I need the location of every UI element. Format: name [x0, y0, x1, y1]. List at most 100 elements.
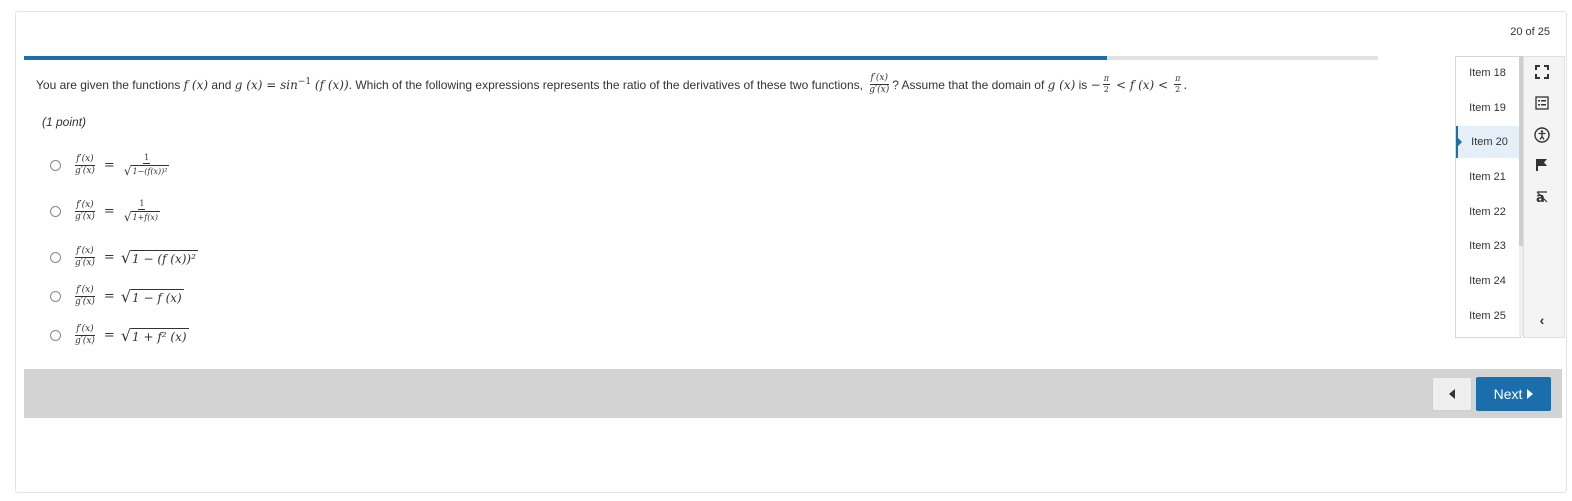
lhs-num: f′(x)	[75, 246, 95, 258]
item-link-20[interactable]: Item 20	[1456, 126, 1521, 158]
option-expression: f′(x) g′(x) = √ 1 − (f (x))²	[72, 247, 198, 268]
lhs-num: f′(x)	[75, 285, 95, 297]
radical-sign: √	[120, 325, 132, 345]
question-is: is	[1078, 77, 1088, 92]
flag-icon[interactable]	[1530, 153, 1554, 177]
question-stem: You are given the functions f (x) and g …	[36, 74, 1187, 95]
rhs-fraction: 1 √ 1+f(x)	[123, 200, 161, 223]
math-g-arg: (f (x))	[311, 78, 349, 92]
next-button[interactable]: Next	[1476, 377, 1551, 411]
lhs-den: g′(x)	[75, 336, 95, 346]
equals-sign: =	[103, 289, 115, 304]
ratio-den: g′(x)	[869, 85, 890, 95]
progress-bar	[24, 56, 1378, 60]
caret-left-icon	[1449, 389, 1455, 399]
equals-sign: =	[103, 204, 115, 219]
lhs-num: f′(x)	[75, 324, 95, 336]
item-link-21[interactable]: Item 21	[1456, 161, 1519, 193]
fullscreen-glyph	[1535, 65, 1549, 79]
option-expression: f′(x) g′(x) = 1 √ 1+f(x)	[72, 200, 163, 223]
lhs-num: f′(x)	[75, 200, 95, 212]
two-den: 2	[1103, 85, 1109, 94]
math-g-def: g (x) = sin−1 (f (x))	[235, 77, 349, 92]
points-label: (1 point)	[42, 115, 87, 129]
question-assume: ? Assume that the domain of	[892, 77, 1045, 92]
option-expression: f′(x) g′(x) = √ 1 + f² (x)	[72, 325, 189, 346]
radio-button[interactable]	[50, 291, 61, 302]
radio-button[interactable]	[50, 330, 61, 341]
radical-sign: √	[123, 210, 132, 224]
fullscreen-icon[interactable]	[1530, 60, 1554, 84]
rhs-fraction: 1 √ 1−(f(x))²	[123, 154, 171, 177]
math-ratio: f′(x) g′(x)	[868, 74, 890, 95]
lhs-den: g′(x)	[75, 166, 95, 176]
notes-glyph	[1535, 96, 1549, 110]
lhs-fraction: f′(x) g′(x)	[74, 155, 96, 176]
lhs-den: g′(x)	[75, 258, 95, 268]
item-link-22[interactable]: Item 22	[1456, 196, 1519, 228]
translate-icon[interactable]: a	[1530, 185, 1554, 209]
rhs-num: 1	[143, 153, 151, 164]
question-middle: . Which of the following expressions rep…	[348, 77, 863, 92]
math-f: f (x)	[183, 77, 209, 92]
ratio-num: f′(x)	[869, 73, 889, 85]
math-g-lhs: g (x) = sin	[234, 78, 298, 92]
question-intro: You are given the functions	[36, 77, 181, 92]
radio-button[interactable]	[50, 206, 61, 217]
answer-option-e[interactable]: f′(x) g′(x) = √ 1 + f² (x)	[50, 325, 189, 346]
math-pi-half-lower: π 2	[1102, 74, 1110, 94]
rhs-sqrt: √ 1+f(x)	[123, 210, 161, 223]
collapse-chevron-icon[interactable]: ‹	[1530, 310, 1554, 330]
lhs-fraction: f′(x) g′(x)	[74, 325, 96, 346]
radicand: 1 − (f (x))²	[131, 249, 198, 266]
option-expression: f′(x) g′(x) = √ 1 − f (x)	[72, 286, 184, 307]
equals-sign: =	[103, 328, 115, 343]
equals-sign: =	[103, 158, 115, 173]
lhs-fraction: f′(x) g′(x)	[74, 286, 96, 307]
item-link-24[interactable]: Item 24	[1456, 265, 1519, 297]
radio-button[interactable]	[50, 160, 61, 171]
equals-sign: =	[103, 250, 115, 265]
math-domain: − π 2 < f (x) < π 2 .	[1091, 75, 1188, 94]
radical-sign: √	[123, 164, 132, 178]
accessibility-glyph	[1534, 127, 1550, 143]
rhs-sqrt: √ 1 − f (x)	[120, 286, 184, 306]
item-link-18[interactable]: Item 18	[1456, 57, 1519, 89]
option-expression: f′(x) g′(x) = 1 √ 1−(f(x))²	[72, 154, 172, 177]
radical-sign: √	[120, 286, 132, 306]
item-link-19[interactable]: Item 19	[1456, 92, 1519, 124]
caret-right-icon	[1527, 389, 1534, 399]
answer-option-b[interactable]: f′(x) g′(x) = 1 √ 1+f(x)	[50, 200, 163, 223]
question-and: and	[211, 77, 232, 92]
rhs-sqrt: √ 1 − (f (x))²	[121, 249, 198, 266]
lhs-fraction: f′(x) g′(x)	[74, 201, 96, 222]
item-link-25[interactable]: Item 25	[1456, 300, 1519, 332]
lhs-num: f′(x)	[75, 154, 95, 166]
item-link-23[interactable]: Item 23	[1456, 230, 1519, 262]
radicand: 1−(f(x))²	[131, 165, 170, 176]
next-label: Next	[1493, 386, 1523, 402]
pi-num: π	[1102, 74, 1110, 85]
answer-option-d[interactable]: f′(x) g′(x) = √ 1 − f (x)	[50, 286, 184, 307]
rhs-sqrt: √ 1 + f² (x)	[120, 325, 189, 345]
lhs-den: g′(x)	[75, 212, 95, 222]
answer-option-c[interactable]: f′(x) g′(x) = √ 1 − (f (x))²	[50, 247, 198, 268]
notes-icon[interactable]	[1530, 91, 1554, 115]
radio-button[interactable]	[50, 252, 61, 263]
accessibility-icon[interactable]	[1530, 123, 1554, 147]
radicand: 1+f(x)	[131, 211, 160, 222]
progress-fill	[24, 56, 1108, 60]
item-counter: 20 of 25	[1510, 26, 1550, 38]
math-minus: −	[1090, 77, 1101, 92]
rhs-sqrt: √ 1−(f(x))²	[123, 164, 171, 177]
translate-glyph: a	[1536, 191, 1548, 204]
math-pi-half-upper: π 2	[1174, 74, 1182, 94]
lhs-den: g′(x)	[75, 297, 95, 307]
math-lt-f: < f (x) <	[1115, 77, 1169, 92]
answer-option-a[interactable]: f′(x) g′(x) = 1 √ 1−(f(x))²	[50, 154, 172, 177]
pi-num-upper: π	[1174, 74, 1182, 85]
rhs-num: 1	[138, 199, 146, 210]
radicand: 1 + f² (x)	[131, 327, 189, 344]
two-den-upper: 2	[1175, 85, 1181, 94]
previous-button[interactable]	[1432, 377, 1472, 411]
